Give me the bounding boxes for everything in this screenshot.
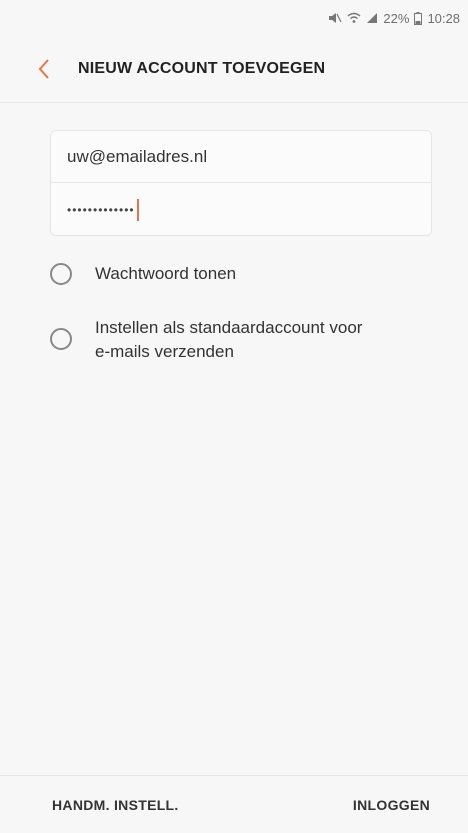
email-field[interactable]: uw@emailadres.nl — [51, 131, 431, 183]
wifi-icon — [347, 12, 361, 23]
app-bar: NIEUW ACCOUNT TOEVOEGEN — [0, 36, 468, 103]
chevron-left-icon — [38, 59, 49, 79]
password-value: ••••••••••••• — [67, 203, 135, 217]
default-account-label: Instellen als standaardaccount voor e-ma… — [95, 316, 362, 364]
email-value: uw@emailadres.nl — [67, 146, 208, 166]
status-icons: 22% 10:28 — [328, 11, 460, 26]
default-account-option[interactable]: Instellen als standaardaccount voor e-ma… — [50, 316, 438, 364]
page-title: NIEUW ACCOUNT TOEVOEGEN — [78, 60, 326, 77]
show-password-label: Wachtwoord tonen — [95, 264, 237, 283]
password-field[interactable]: ••••••••••••• — [51, 184, 431, 236]
default-account-label-line2: e-mails verzenden — [95, 342, 234, 361]
default-account-label-line1: Instellen als standaardaccount voor — [95, 318, 363, 337]
text-cursor — [136, 199, 139, 221]
manual-setup-button[interactable]: HANDM. INSTELL. — [52, 787, 179, 823]
show-password-radio[interactable] — [50, 263, 72, 285]
login-button[interactable]: INLOGGEN — [353, 787, 430, 823]
status-bar: 22% 10:28 — [0, 0, 468, 36]
battery-icon — [414, 11, 423, 25]
default-account-radio[interactable] — [50, 328, 72, 350]
show-password-option[interactable]: Wachtwoord tonen — [50, 262, 438, 286]
mute-icon — [329, 13, 342, 23]
signal-icon — [367, 13, 378, 23]
bottom-action-bar: HANDM. INSTELL. INLOGGEN — [0, 775, 468, 833]
battery-percent: 22% — [383, 10, 410, 26]
back-button[interactable] — [30, 51, 58, 87]
login-form: uw@emailadres.nl ••••••••••••• — [50, 130, 432, 236]
clock: 10:28 — [427, 10, 460, 26]
